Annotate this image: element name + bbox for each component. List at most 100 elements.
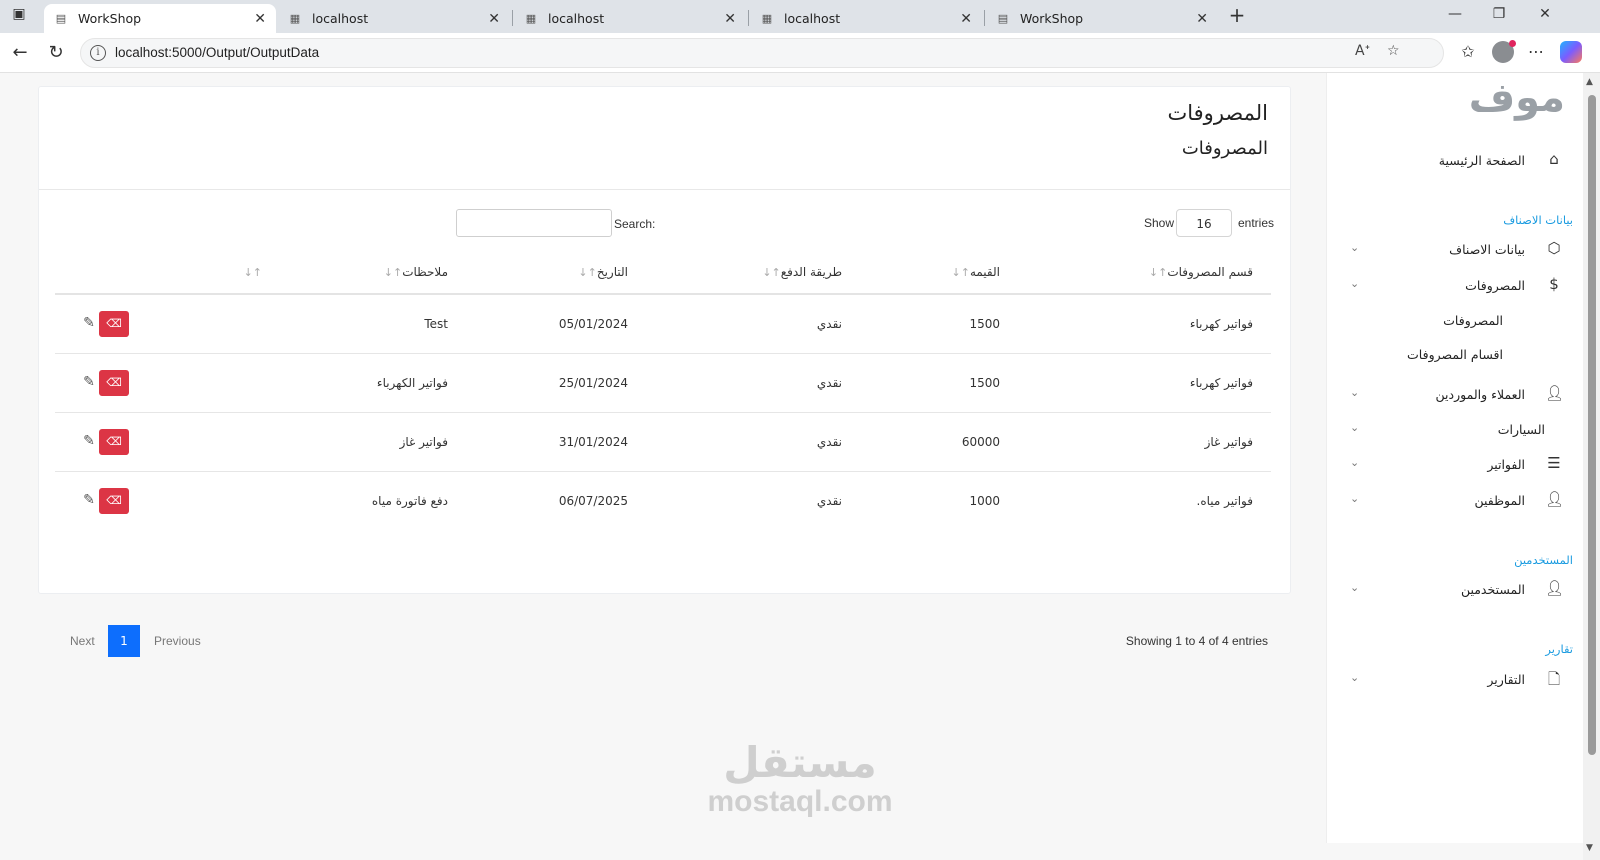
edit-icon[interactable]: ✎ <box>79 313 99 333</box>
watermark-arabic: مستقل <box>723 738 877 787</box>
close-window-icon[interactable]: ✕ <box>1530 6 1560 22</box>
info-icon[interactable]: i <box>90 45 106 61</box>
entries-length-select[interactable]: 16 <box>1176 209 1232 237</box>
cell-actions: ⌫✎ <box>55 471 280 530</box>
favorite-star-icon[interactable]: ☆ <box>1387 43 1400 59</box>
sort-icon: ↑↓ <box>1148 265 1168 279</box>
cell-payment-method: نقدي <box>646 294 860 354</box>
column-header-date[interactable]: التاريخ↑↓ <box>466 250 646 295</box>
browser-tab-1[interactable]: ▤ WorkShop ✕ <box>44 4 276 33</box>
column-header-notes[interactable]: ملاحظات↑↓ <box>280 250 466 295</box>
browser-tab-2[interactable]: ▦ localhost ✕ <box>278 4 510 33</box>
divider <box>39 189 1290 190</box>
sidebar-subitem-expenses[interactable]: المصروفات <box>1443 313 1503 328</box>
delete-button[interactable]: ⌫ <box>99 487 129 514</box>
entries-label: entries <box>1238 216 1275 230</box>
sort-icon: ↑↓ <box>243 265 262 279</box>
tab-title: localhost <box>548 11 605 26</box>
cell-notes: فواتير غاز <box>280 412 466 472</box>
user-icon: 👤︎ <box>1545 579 1565 597</box>
sidebar-item-items[interactable]: ⬡ بيانات الاصناف ⌄ <box>1326 235 1583 265</box>
sort-icon: ↑↓ <box>951 265 970 279</box>
cell-date: 05/01/2024 <box>466 294 646 354</box>
delete-button[interactable]: ⌫ <box>99 310 129 337</box>
sort-icon: ↑↓ <box>762 265 781 279</box>
cell-category: فواتير كهرباء <box>1018 353 1271 413</box>
cell-payment-method: نقدي <box>646 353 860 413</box>
scroll-up-icon[interactable]: ▲ <box>1586 77 1593 87</box>
cell-notes: دفع فاتورة مياه <box>371 493 448 508</box>
close-icon[interactable]: ✕ <box>1196 11 1208 27</box>
edit-icon[interactable]: ✎ <box>79 490 99 510</box>
copilot-icon[interactable] <box>1560 41 1582 63</box>
chevron-down-icon: ⌄ <box>1350 421 1360 434</box>
sidebar-item-reports[interactable]: 🗋 التقارير ⌄ <box>1326 665 1583 695</box>
pagination-next[interactable]: Next <box>70 634 95 648</box>
close-icon[interactable]: ✕ <box>724 11 736 27</box>
sidebar-item-label: السيارات <box>1497 422 1545 437</box>
expenses-table: قسم المصروفات↑↓ القيمه↑↓ طريقة الدفع↑↓ ا… <box>55 250 1271 530</box>
profile-avatar-icon[interactable] <box>1492 40 1516 63</box>
sidebar-item-label: المستخدمين <box>1460 582 1525 597</box>
minimize-icon[interactable]: — <box>1440 6 1470 22</box>
tab-title: localhost <box>784 11 841 26</box>
tab-actions-icon[interactable]: ▣ <box>4 6 34 22</box>
scroll-down-icon[interactable]: ▼ <box>1586 843 1593 853</box>
edit-icon[interactable]: ✎ <box>79 431 99 451</box>
sidebar-item-home[interactable]: ⌂ الصفحة الرئيسية <box>1326 146 1583 176</box>
tab-separator <box>984 10 985 26</box>
chevron-down-icon: ⌄ <box>1350 492 1360 505</box>
cell-actions: ⌫✎ <box>55 294 280 354</box>
cell-value: 60000 <box>860 412 1018 472</box>
close-icon[interactable]: ✕ <box>488 11 500 27</box>
sort-icon: ↑↓ <box>383 265 403 279</box>
browser-tab-3[interactable]: ▦ localhost ✕ <box>514 4 746 33</box>
close-icon[interactable]: ✕ <box>254 11 266 27</box>
sidebar-item-users[interactable]: 👤︎ المستخدمين ⌄ <box>1326 575 1583 605</box>
file-icon: ▦ <box>289 12 301 25</box>
url-text[interactable]: localhost:5000/Output/OutputData <box>115 45 319 60</box>
edit-icon[interactable]: ✎ <box>79 372 99 392</box>
sidebar-item-label: بيانات الاصناف <box>1449 242 1525 257</box>
sidebar-item-clients[interactable]: 👤︎ العملاء والموردين ⌄ <box>1326 380 1583 410</box>
sidebar-item-invoices[interactable]: ☰ الفواتير ⌄ <box>1326 450 1583 480</box>
back-icon[interactable]: ← <box>8 42 32 63</box>
new-tab-icon[interactable]: + <box>1222 3 1252 27</box>
scrollbar[interactable]: ▲ ▼ <box>1583 73 1600 860</box>
show-label: Show <box>1144 216 1175 230</box>
column-header-actions[interactable]: ↑↓ <box>55 250 280 295</box>
column-header-category[interactable]: قسم المصروفات↑↓ <box>1018 250 1271 295</box>
sidebar-subitem-expense-categories[interactable]: اقسام المصروفات <box>1407 347 1503 362</box>
chevron-down-icon: ⌄ <box>1350 456 1360 469</box>
sidebar-item-employees[interactable]: 👤︎ الموظفين ⌄ <box>1326 486 1583 516</box>
list-icon: ☰ <box>1547 454 1561 472</box>
cell-date: 06/07/2025 <box>558 493 628 508</box>
table-row: فواتير مياه. 1000 نقدي 06/07/2025 دفع فا… <box>55 471 1271 530</box>
section-title-items: بيانات الاصناف <box>1503 213 1573 227</box>
section-title-reports: تقارير <box>1545 642 1573 656</box>
pagination-page-1[interactable]: 1 <box>108 625 140 657</box>
search-input[interactable] <box>456 209 612 237</box>
browser-tab-4[interactable]: ▦ localhost ✕ <box>750 4 982 33</box>
more-options-icon[interactable]: ⋯ <box>1524 42 1548 61</box>
scrollbar-thumb[interactable] <box>1588 95 1596 755</box>
delete-button[interactable]: ⌫ <box>99 428 129 455</box>
sidebar: موف ⌂ الصفحة الرئيسية بيانات الاصناف ⬡ ب… <box>1326 73 1583 843</box>
tab-title: WorkShop <box>78 11 142 26</box>
restore-icon[interactable]: ❐ <box>1484 6 1514 22</box>
sidebar-item-expenses[interactable]: $ المصروفات ⌄ <box>1326 271 1583 301</box>
pagination-previous[interactable]: Previous <box>154 634 201 648</box>
column-header-value[interactable]: القيمه↑↓ <box>860 250 1018 295</box>
browser-tab-5[interactable]: ▤ WorkShop ✕ <box>986 4 1218 33</box>
column-header-payment-method[interactable]: طريقة الدفع↑↓ <box>646 250 860 295</box>
url-field[interactable]: i localhost:5000/Output/OutputData Aᐩ ☆ <box>80 38 1444 68</box>
sidebar-item-cars[interactable]: السيارات ⌄ <box>1326 415 1583 445</box>
close-icon[interactable]: ✕ <box>960 11 972 27</box>
browser-tab-bar: ▣ ▤ WorkShop ✕ ▦ localhost ✕ ▦ localhost… <box>0 0 1600 33</box>
read-aloud-icon[interactable]: Aᐩ <box>1355 43 1370 59</box>
chevron-down-icon: ⌄ <box>1350 671 1360 684</box>
cell-category: فواتير غاز <box>1018 412 1271 472</box>
favorites-icon[interactable]: ✩ <box>1456 42 1480 61</box>
refresh-icon[interactable]: ↻ <box>44 42 68 63</box>
delete-button[interactable]: ⌫ <box>99 369 129 396</box>
